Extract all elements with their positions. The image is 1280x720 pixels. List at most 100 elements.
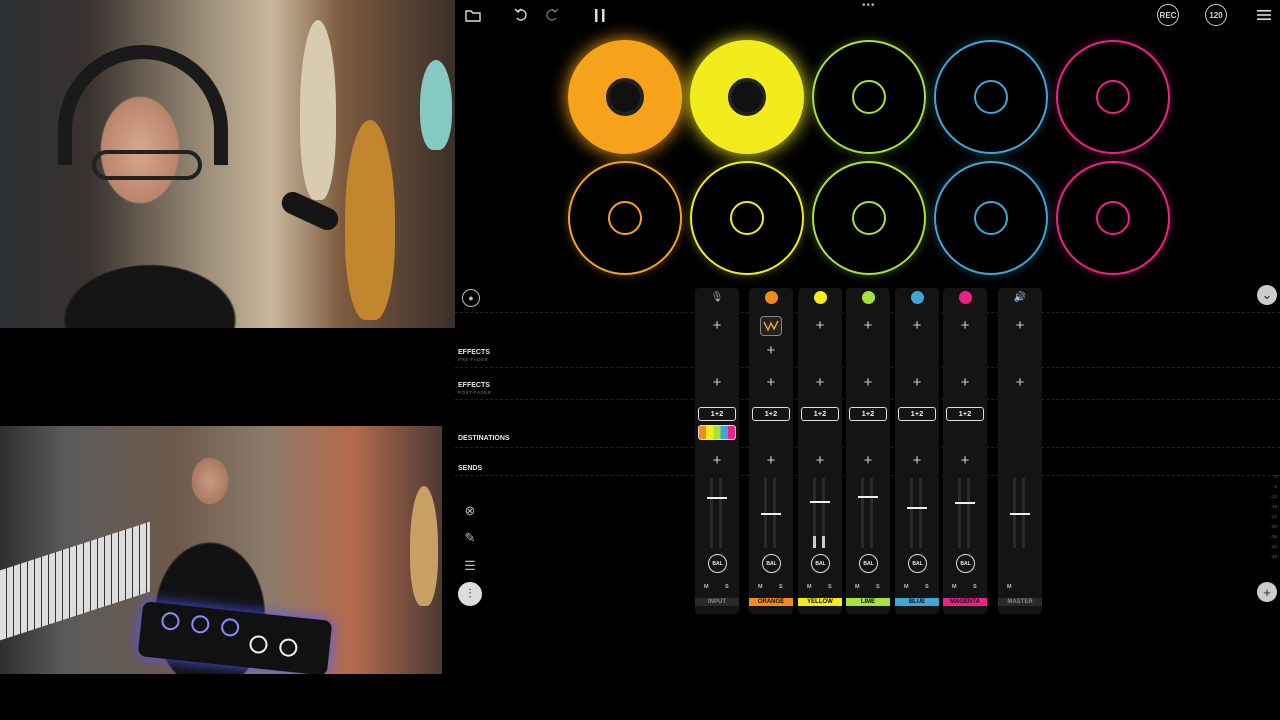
destination-button[interactable]: 1+2	[946, 407, 984, 421]
loop-pad[interactable]	[690, 161, 804, 275]
add-send-button[interactable]: +	[895, 453, 939, 468]
solo-button[interactable]: S	[828, 584, 832, 590]
volume-fader[interactable]	[1010, 513, 1030, 515]
record-button[interactable]: REC	[1157, 4, 1179, 26]
mute-button[interactable]: M	[952, 584, 957, 590]
channel-strip: + +1+2 + BAL M S LIME	[846, 288, 890, 614]
undo-icon[interactable]	[512, 5, 530, 25]
add-send-button[interactable]: +	[695, 453, 739, 468]
drag-handle-icon[interactable]: •••	[862, 0, 876, 11]
fader-track[interactable]	[861, 478, 864, 548]
add-pre-fader-effect-button[interactable]: +	[895, 318, 939, 333]
loop-pad[interactable]	[934, 40, 1048, 154]
add-pre-fader-effect-button[interactable]: +	[695, 318, 739, 333]
solo-button[interactable]: S	[876, 584, 880, 590]
fader-track[interactable]	[910, 478, 913, 548]
add-pre-fader-effect-button[interactable]: +	[749, 343, 793, 358]
channel-header[interactable]	[895, 288, 939, 306]
fader-track[interactable]	[967, 478, 970, 548]
volume-fader[interactable]	[858, 496, 878, 498]
channel-header[interactable]: 🎙	[695, 288, 739, 306]
balance-knob[interactable]: BAL	[811, 554, 830, 573]
loop-pad[interactable]	[690, 40, 804, 154]
volume-fader[interactable]	[761, 513, 781, 515]
fader-track[interactable]	[710, 478, 713, 548]
fader-track[interactable]	[958, 478, 961, 548]
close-circle-icon[interactable]: ⊗	[461, 502, 479, 520]
add-send-button[interactable]: +	[749, 453, 793, 468]
loop-pad[interactable]	[1056, 161, 1170, 275]
balance-knob[interactable]: BAL	[956, 554, 975, 573]
loop-pad[interactable]	[812, 40, 926, 154]
add-post-fader-effect-button[interactable]: +	[846, 375, 890, 390]
fader-track[interactable]	[919, 478, 922, 548]
add-post-fader-effect-button[interactable]: +	[749, 375, 793, 390]
loop-pad[interactable]	[568, 40, 682, 154]
add-send-button[interactable]: +	[846, 453, 890, 468]
channel-header[interactable]	[798, 288, 842, 306]
settings-circle-icon[interactable]: ●	[462, 289, 480, 307]
destination-button[interactable]: 1+2	[849, 407, 887, 421]
effect-plugin-icon[interactable]	[760, 316, 782, 336]
destination-button[interactable]: 1+2	[698, 407, 736, 421]
redo-icon[interactable]	[542, 5, 560, 25]
fader-track[interactable]	[870, 478, 873, 548]
channel-header[interactable]	[749, 288, 793, 306]
loop-pad[interactable]	[812, 161, 926, 275]
add-post-fader-effect-button[interactable]: +	[798, 375, 842, 390]
add-pre-fader-effect-button[interactable]: +	[998, 318, 1042, 333]
volume-fader[interactable]	[955, 502, 975, 504]
balance-knob[interactable]: BAL	[762, 554, 781, 573]
tempo-button[interactable]: 120	[1205, 4, 1227, 26]
mute-button[interactable]: M	[758, 584, 763, 590]
balance-knob[interactable]: BAL	[708, 554, 727, 573]
add-corner-button[interactable]: +	[1257, 582, 1277, 602]
collapse-chevron-icon[interactable]: ⌄	[1257, 285, 1277, 305]
mute-button[interactable]: M	[904, 584, 909, 590]
volume-fader[interactable]	[810, 501, 830, 503]
loop-pad[interactable]	[1056, 40, 1170, 154]
destination-button[interactable]: 1+2	[898, 407, 936, 421]
level-meter	[813, 536, 816, 548]
volume-fader[interactable]	[907, 507, 927, 509]
add-post-fader-effect-button[interactable]: +	[943, 375, 987, 390]
destination-button[interactable]: 1+2	[752, 407, 790, 421]
solo-button[interactable]: S	[925, 584, 929, 590]
mute-button[interactable]: M	[807, 584, 812, 590]
loop-pad[interactable]	[934, 161, 1048, 275]
channel-header[interactable]	[943, 288, 987, 306]
rainbow-destination-indicator[interactable]	[698, 425, 736, 440]
add-send-button[interactable]: +	[798, 453, 842, 468]
loop-pad[interactable]	[568, 161, 682, 275]
add-pre-fader-effect-button[interactable]: +	[798, 318, 842, 333]
channel-strip: 🔊 + + M MASTER	[998, 288, 1042, 614]
add-post-fader-effect-button[interactable]: +	[695, 375, 739, 390]
volume-fader[interactable]	[707, 497, 727, 499]
pencil-icon[interactable]: ✎	[461, 529, 479, 547]
balance-knob[interactable]: BAL	[908, 554, 927, 573]
mute-button[interactable]: M	[704, 584, 709, 590]
mute-button[interactable]: M	[855, 584, 860, 590]
add-pre-fader-effect-button[interactable]: +	[846, 318, 890, 333]
fader-track[interactable]	[719, 478, 722, 548]
solo-button[interactable]: S	[725, 584, 729, 590]
channel-name-label: ORANGE	[749, 598, 793, 606]
destination-button[interactable]: 1+2	[801, 407, 839, 421]
mute-button[interactable]: M	[1007, 584, 1012, 590]
add-send-button[interactable]: +	[943, 453, 987, 468]
add-post-fader-effect-button[interactable]: +	[998, 375, 1042, 390]
folder-icon[interactable]	[464, 5, 482, 25]
balance-knob[interactable]: BAL	[859, 554, 878, 573]
hamburger-menu-icon[interactable]	[1255, 5, 1273, 25]
mixer-sliders-icon[interactable]: ⫶	[458, 582, 482, 606]
solo-button[interactable]: S	[779, 584, 783, 590]
add-pre-fader-effect-button[interactable]: +	[943, 318, 987, 333]
channel-header[interactable]: 🔊	[998, 288, 1042, 306]
pad-center	[852, 80, 886, 114]
add-post-fader-effect-button[interactable]: +	[895, 375, 939, 390]
list-icon[interactable]: ☰	[461, 557, 479, 575]
pad-center	[608, 201, 642, 235]
channel-header[interactable]	[846, 288, 890, 306]
solo-button[interactable]: S	[973, 584, 977, 590]
pause-icon[interactable]	[592, 5, 608, 25]
